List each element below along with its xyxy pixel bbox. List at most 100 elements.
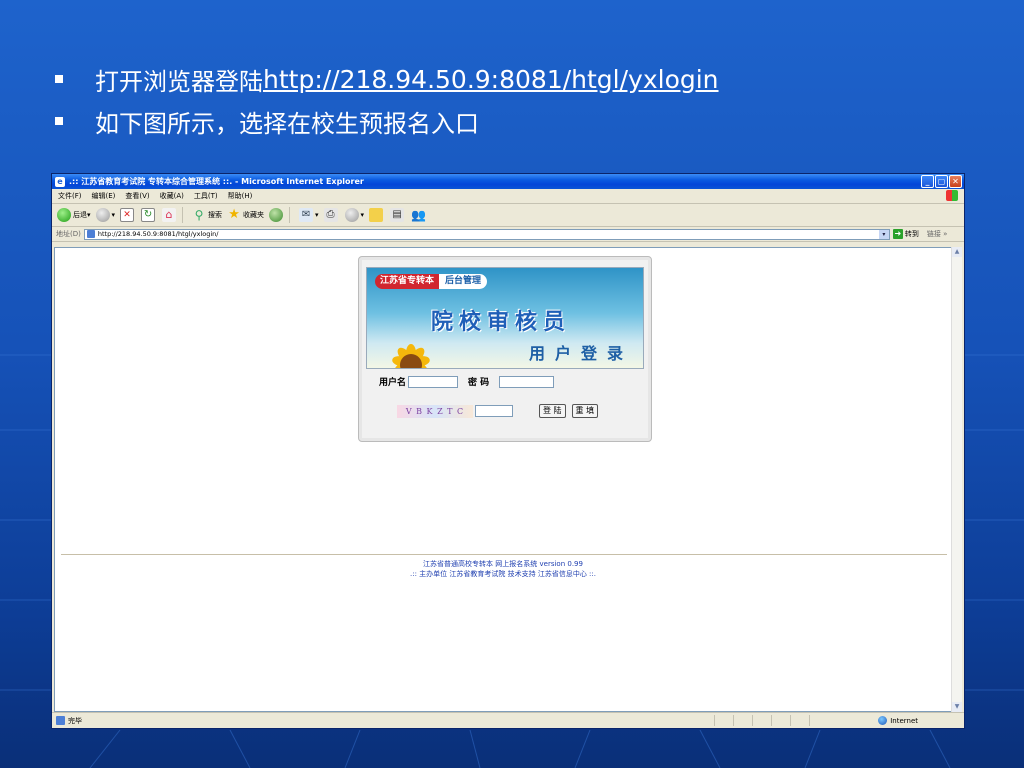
- window-controls: _ ▢ ✕: [921, 175, 962, 188]
- password-input[interactable]: [499, 375, 555, 388]
- stop-icon: ✕: [120, 208, 135, 222]
- stop-button[interactable]: ✕: [120, 208, 136, 222]
- menu-edit[interactable]: 编辑(E): [92, 191, 116, 201]
- links-label: 链接: [926, 230, 941, 238]
- ie-logo-icon: e: [55, 176, 65, 187]
- mail-icon: ✉: [299, 208, 314, 222]
- history-button[interactable]: [269, 208, 285, 222]
- standard-toolbar: 后退 ▾ ▾ ✕ ↻ ⌂ ⚲ 搜索 ★ 收藏夹 ✉ ▾ ⎙ ▾ ▤ 👥: [52, 204, 964, 227]
- refresh-button[interactable]: ↻: [141, 208, 157, 222]
- print-icon: ⎙: [323, 208, 338, 222]
- menu-bar: 文件(F) 编辑(E) 查看(V) 收藏(A) 工具(T) 帮助(H): [52, 189, 964, 204]
- toolbar-divider: [289, 207, 291, 223]
- address-bar: 地址(D) http://218.94.50.9:8081/htgl/yxlog…: [52, 227, 964, 242]
- go-label: 转到: [904, 230, 919, 238]
- favorites-button[interactable]: ★ 收藏夹: [227, 208, 264, 222]
- messenger-icon: 👥: [411, 208, 427, 222]
- search-button[interactable]: ⚲ 搜索: [192, 208, 222, 222]
- edit-icon: [344, 208, 359, 222]
- history-icon: [269, 208, 284, 222]
- menu-view[interactable]: 查看(V): [125, 191, 149, 201]
- mail-button[interactable]: ✉ ▾: [299, 208, 319, 222]
- captcha-image: V B K Z T C: [397, 404, 473, 418]
- page-done-icon: [56, 716, 65, 725]
- tag-admin: 后台管理: [439, 274, 488, 289]
- reset-button[interactable]: 重 填: [571, 404, 599, 418]
- bullet-open-browser: 打开浏览器登陆 http://218.94.50.9:8081/htgl/yxlo…: [55, 58, 719, 100]
- minimize-button[interactable]: _: [921, 175, 934, 188]
- address-dropdown-icon[interactable]: ▾: [878, 229, 889, 239]
- go-button[interactable]: ➜ 转到: [892, 229, 919, 239]
- login-panel: 江苏省专转本 后台管理 院校审核员 用户登录 用户名 密 码 V B K Z T…: [358, 256, 652, 442]
- address-input[interactable]: http://218.94.50.9:8081/htgl/yxlogin/ ▾: [83, 228, 890, 240]
- address-value: http://218.94.50.9:8081/htgl/yxlogin/: [97, 230, 219, 238]
- security-zone: Internet: [878, 716, 918, 725]
- login-subtitle: 用户登录: [528, 344, 633, 363]
- bullet-text: 如下图所示，选择在校生预报名入口: [95, 109, 479, 138]
- status-bar: 完毕 Internet: [52, 712, 964, 728]
- forward-button[interactable]: ▾: [95, 208, 115, 222]
- menu-tools[interactable]: 工具(T): [194, 191, 218, 201]
- scroll-down-icon[interactable]: ▼: [952, 702, 962, 712]
- role-title: 院校审核员: [431, 309, 572, 335]
- print-button[interactable]: ⎙: [323, 208, 340, 222]
- username-input[interactable]: [408, 375, 459, 388]
- bullet-text: 打开浏览器登陆: [95, 67, 263, 96]
- search-label: 搜索: [208, 211, 223, 219]
- captcha-row: V B K Z T C 登 陆 重 填: [397, 404, 604, 418]
- folder-button[interactable]: [369, 208, 385, 222]
- research-icon: ▤: [390, 208, 405, 222]
- close-button[interactable]: ✕: [949, 175, 962, 188]
- system-tag: 江苏省专转本 后台管理: [375, 274, 488, 289]
- scroll-up-icon[interactable]: ▲: [952, 247, 962, 257]
- footer-divider: [61, 554, 947, 555]
- sunflower-icon: [381, 338, 441, 368]
- credentials-row: 用户名 密 码: [379, 375, 564, 388]
- go-arrow-icon: ➜: [892, 229, 903, 239]
- forward-arrow-icon: [95, 208, 110, 222]
- page-viewport: 江苏省专转本 后台管理 院校审核员 用户登录 用户名 密 码 V B K Z T…: [54, 247, 952, 712]
- back-button[interactable]: 后退 ▾: [57, 208, 91, 222]
- vertical-scrollbar[interactable]: ▲ ▼: [951, 247, 962, 712]
- menu-help[interactable]: 帮助(H): [228, 191, 253, 201]
- window-title: .:: 江苏省教育考试院 专转本综合管理系统 ::. - Microsoft I…: [69, 177, 364, 186]
- captcha-text: V B K Z T C: [405, 406, 465, 416]
- messenger-button[interactable]: 👥: [411, 208, 427, 222]
- login-button[interactable]: 登 陆: [539, 404, 566, 418]
- status-text: 完毕: [68, 716, 82, 725]
- zone-text: Internet: [890, 716, 918, 725]
- captcha-input[interactable]: [475, 405, 513, 417]
- back-label: 后退: [73, 211, 87, 219]
- menu-favorites[interactable]: 收藏(A): [160, 191, 184, 201]
- home-icon: ⌂: [162, 208, 177, 222]
- window-titlebar[interactable]: e .:: 江苏省教育考试院 专转本综合管理系统 ::. - Microsoft…: [52, 174, 964, 189]
- toolbar-divider: [182, 207, 184, 223]
- login-banner: 江苏省专转本 后台管理 院校审核员 用户登录: [366, 267, 644, 369]
- research-button[interactable]: ▤: [390, 208, 406, 222]
- footer-credits: .:: 主办单位 江苏省教育考试院 技术支持 江苏省信息中心 ::.: [409, 570, 596, 578]
- slide-bullets: 打开浏览器登陆 http://218.94.50.9:8081/htgl/yxlo…: [55, 58, 719, 142]
- links-button[interactable]: 链接 »: [927, 229, 948, 239]
- refresh-icon: ↻: [141, 208, 156, 222]
- page-icon: [86, 230, 95, 238]
- bullet-square-icon: [55, 117, 63, 125]
- search-icon: ⚲: [194, 208, 204, 222]
- login-url-link[interactable]: http://218.94.50.9:8081/htgl/yxlogin: [263, 65, 719, 94]
- folder-icon: [369, 208, 384, 222]
- page-footer: 江苏省普通高校专转本 网上报名系统 version 0.99 .:: 主办单位 …: [55, 559, 951, 579]
- windows-flag-icon: [946, 190, 958, 201]
- menu-file[interactable]: 文件(F): [58, 191, 82, 201]
- bullet-select-entry: 如下图所示，选择在校生预报名入口: [55, 100, 719, 142]
- footer-version: 江苏省普通高校专转本 网上报名系统 version 0.99: [423, 560, 583, 568]
- password-label: 密 码: [468, 378, 490, 388]
- username-label: 用户名: [379, 378, 407, 388]
- maximize-button[interactable]: ▢: [935, 175, 948, 188]
- back-arrow-icon: [57, 208, 71, 222]
- home-button[interactable]: ⌂: [162, 208, 178, 222]
- tag-province: 江苏省专转本: [375, 274, 440, 289]
- edit-button[interactable]: ▾: [344, 208, 364, 222]
- ie-window: e .:: 江苏省教育考试院 专转本综合管理系统 ::. - Microsoft…: [52, 174, 964, 728]
- favorites-star-icon: ★: [228, 207, 240, 222]
- address-label: 地址(D): [56, 230, 81, 238]
- internet-globe-icon: [878, 716, 888, 725]
